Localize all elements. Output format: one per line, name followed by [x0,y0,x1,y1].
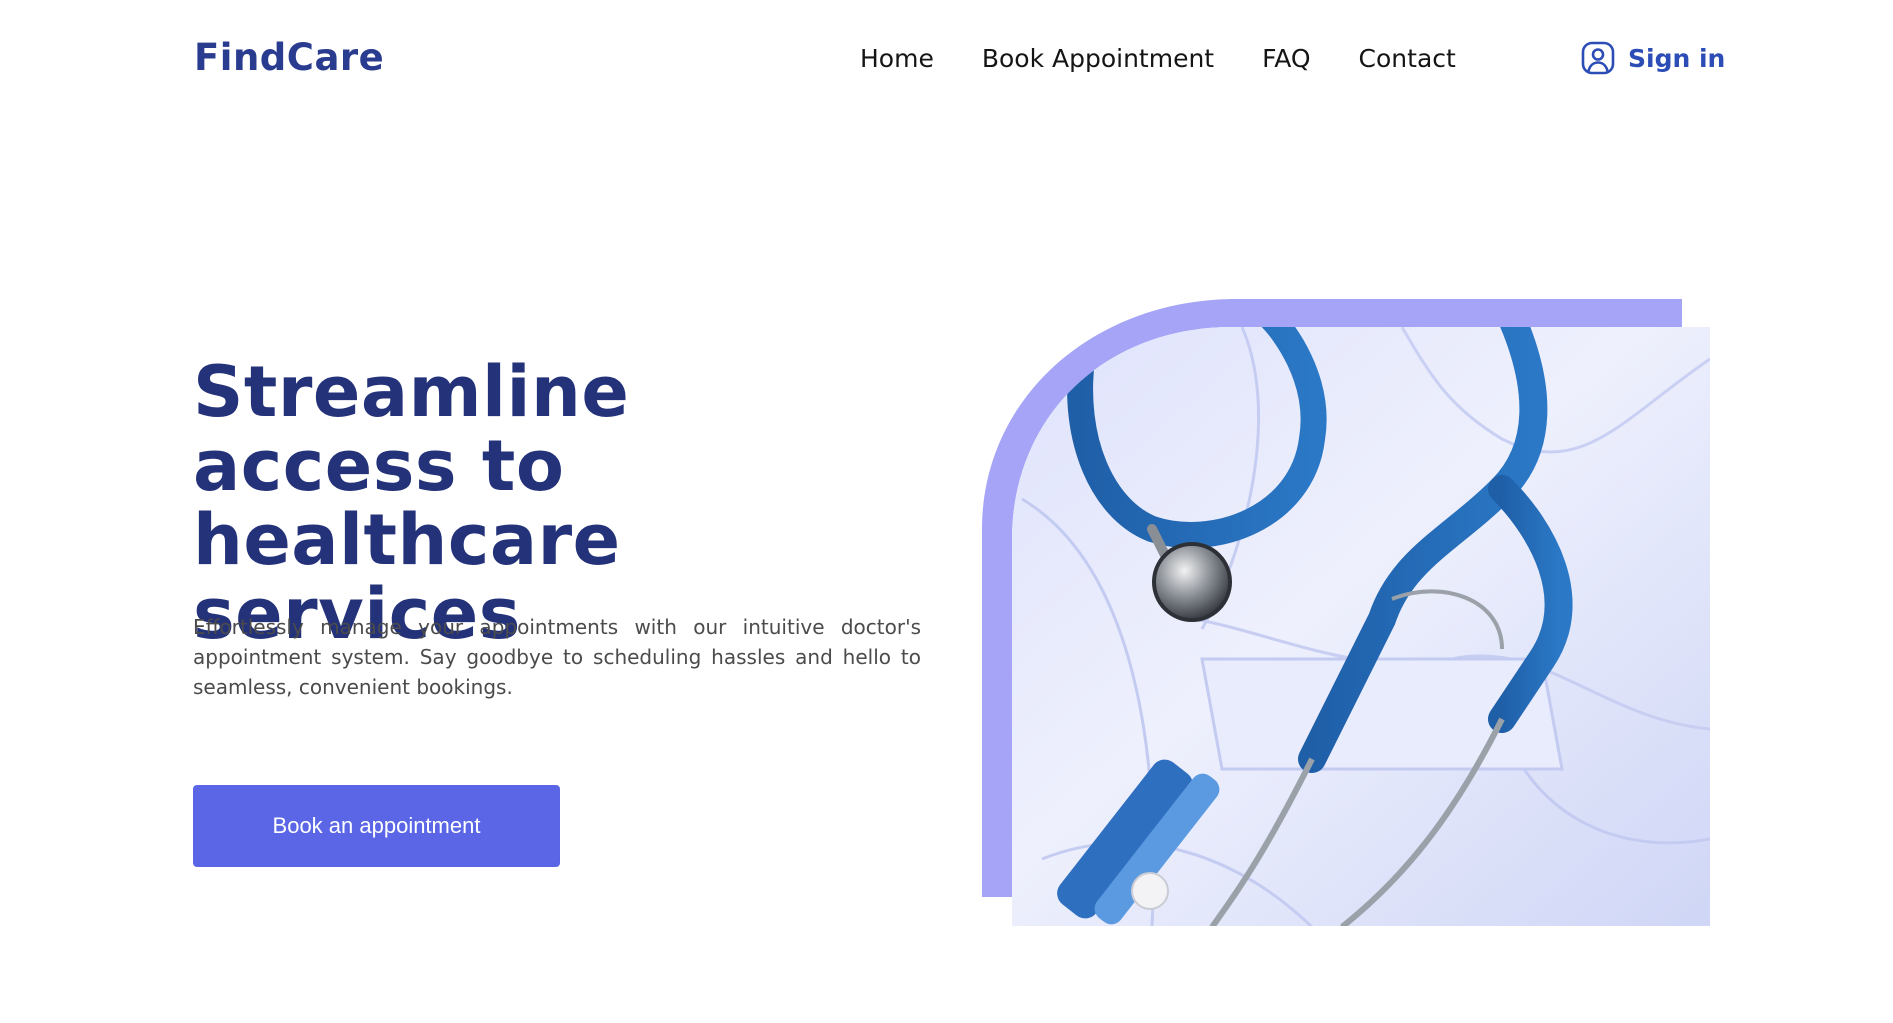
brand-logo[interactable]: FindCare [194,36,384,79]
sign-in-button[interactable]: Sign in [1580,40,1725,76]
user-square-icon [1580,40,1616,76]
hero-subtitle: Effortlessly manage your appointments wi… [193,615,921,699]
nav-home[interactable]: Home [860,44,934,73]
hero-title: Streamline access to healthcare services [193,351,630,655]
nav-contact[interactable]: Contact [1359,44,1456,73]
main-nav: Home Book Appointment FAQ Contact [860,44,1456,73]
hero-image [982,299,1710,927]
sign-in-label: Sign in [1628,43,1726,73]
nav-faq[interactable]: FAQ [1262,44,1310,73]
landing-page: FindCare Home Book Appointment FAQ Conta… [0,0,1893,1023]
book-appointment-button[interactable]: Book an appointment [193,785,560,867]
nav-book-appointment[interactable]: Book Appointment [982,44,1214,73]
